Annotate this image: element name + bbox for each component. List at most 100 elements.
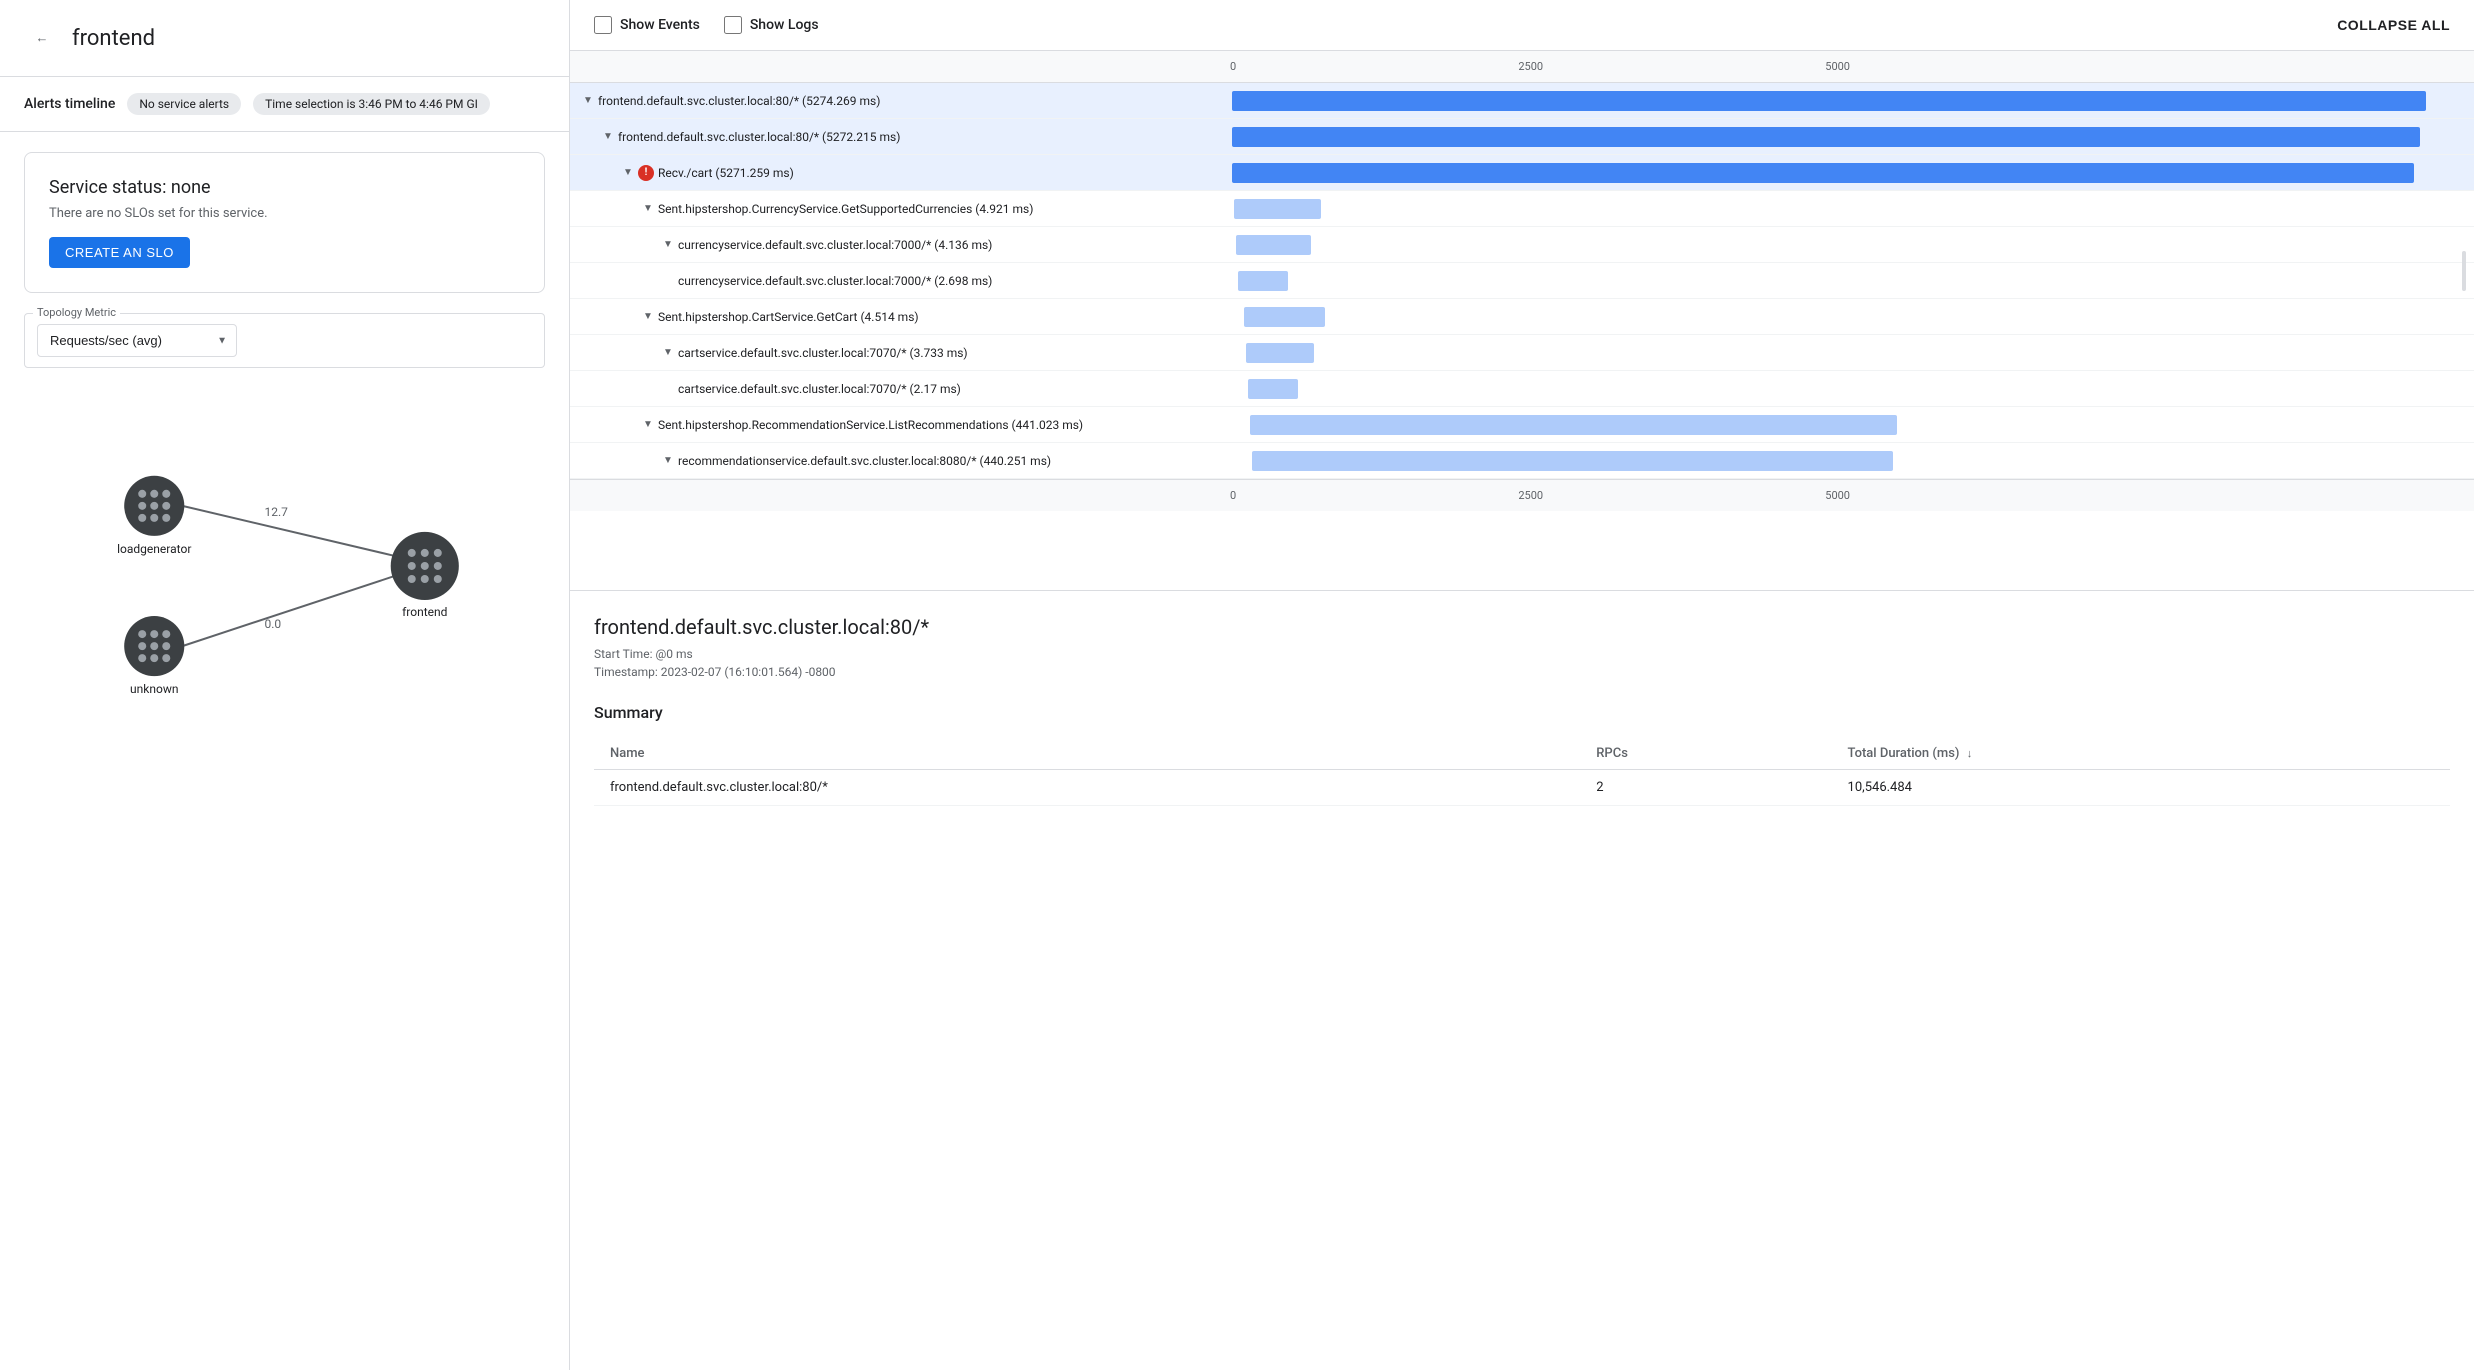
page-title: frontend (72, 26, 155, 51)
show-logs-checkbox[interactable] (724, 16, 742, 34)
table-row[interactable]: ▼ Sent.hipstershop.RecommendationService… (570, 407, 2474, 443)
trace-row-name: cartservice.default.svc.cluster.local:70… (678, 346, 968, 360)
table-row[interactable]: ▼ Sent.hipstershop.CurrencyService.GetSu… (570, 191, 2474, 227)
chevron-down-icon: ▼ (618, 163, 638, 183)
trace-bar (1250, 415, 1897, 435)
trace-row-name: Recv./cart (5271.259 ms) (658, 166, 794, 180)
trace-row-name: frontend.default.svc.cluster.local:80/* … (598, 94, 880, 108)
service-status-description: There are no SLOs set for this service. (49, 206, 520, 221)
top-bar: ← frontend (0, 0, 569, 77)
axis-label-5000-bottom: 5000 (1825, 489, 1850, 502)
edge-label-2: 0.0 (264, 617, 281, 631)
axis-label-2500-bottom: 2500 (1518, 489, 1543, 502)
timeline-axis-bottom: 0 2500 5000 (570, 479, 2474, 511)
summary-table: Name RPCs Total Duration (ms) ↓ frontend… (594, 738, 2450, 806)
trace-row-name: currencyservice.default.svc.cluster.loca… (678, 238, 992, 252)
chevron-down-icon: ▼ (658, 343, 678, 363)
chevron-down-icon: ▼ (638, 307, 658, 327)
node-unknown-circle (124, 616, 184, 676)
trace-bar (1244, 307, 1325, 327)
summary-row-name: frontend.default.svc.cluster.local:80/* (594, 770, 1580, 806)
summary-section: Summary Name RPCs Total Duration (ms) ↓ … (594, 703, 2450, 806)
axis-label-5000: 5000 (1825, 60, 1850, 73)
trace-bar-area (1230, 191, 2474, 226)
alerts-label: Alerts timeline (24, 96, 115, 112)
trace-row-indent: ▼ ! Recv./cart (5271.259 ms) (570, 163, 1230, 183)
table-row[interactable]: ▼ cartservice.default.svc.cluster.local:… (570, 335, 2474, 371)
table-row[interactable]: ▼ frontend.default.svc.cluster.local:80/… (570, 83, 2474, 119)
table-row[interactable]: ▼ frontend.default.svc.cluster.local:80/… (570, 119, 2474, 155)
summary-row-rpcs: 2 (1580, 770, 1831, 806)
chevron-down-icon: ▼ (598, 127, 618, 147)
trace-row-name: Sent.hipstershop.CurrencyService.GetSupp… (658, 202, 1033, 216)
trace-bar-area (1230, 371, 2474, 406)
detail-start-time: Start Time: @0 ms (594, 647, 2450, 661)
trace-bar (1238, 271, 1288, 291)
topology-metric-field: Topology Metric Requests/sec (avg) (24, 313, 545, 368)
trace-section[interactable]: 0 2500 5000 ▼ frontend.default.svc.clust… (570, 51, 2474, 591)
trace-row-name: cartservice.default.svc.cluster.local:70… (678, 382, 961, 396)
detail-title: frontend.default.svc.cluster.local:80/* (594, 615, 2450, 639)
trace-bar (1252, 451, 1893, 471)
summary-col-duration: Total Duration (ms) ↓ (1832, 738, 2450, 770)
trace-bar-area (1230, 83, 2474, 118)
trace-bar-area (1230, 299, 2474, 334)
scrollbar[interactable] (2462, 251, 2466, 291)
chevron-down-icon: ▼ (658, 451, 678, 471)
edge-label-1: 12.7 (264, 505, 288, 519)
table-row[interactable]: ▼ currencyservice.default.svc.cluster.lo… (570, 227, 2474, 263)
trace-row-indent: ▼ cartservice.default.svc.cluster.local:… (570, 343, 1230, 363)
chevron-down-icon: ▼ (638, 415, 658, 435)
trace-bar-area (1230, 155, 2474, 190)
collapse-all-button[interactable]: COLLAPSE ALL (2337, 17, 2450, 33)
topology-svg: 12.7 0.0 loadgenerator (24, 388, 545, 788)
show-events-checkbox[interactable] (594, 16, 612, 34)
table-row[interactable]: currencyservice.default.svc.cluster.loca… (570, 263, 2474, 299)
trace-bar (1236, 235, 1311, 255)
node-frontend-label: frontend (402, 605, 447, 619)
left-panel: ← frontend Alerts timeline No service al… (0, 0, 570, 1370)
table-row[interactable]: ▼ ! Recv./cart (5271.259 ms) (570, 155, 2474, 191)
node-frontend-circle (391, 532, 459, 600)
trace-row-indent: ▼ Sent.hipstershop.RecommendationService… (570, 415, 1230, 435)
node-loadgenerator-circle (124, 476, 184, 536)
trace-row-name: Sent.hipstershop.RecommendationService.L… (658, 418, 1083, 432)
node-unknown-label: unknown (130, 682, 179, 696)
trace-bar (1232, 163, 2414, 183)
show-events-text: Show Events (620, 17, 700, 33)
topology-metric-select-wrapper[interactable]: Requests/sec (avg) (37, 324, 237, 357)
topology-metric-label: Topology Metric (33, 306, 120, 319)
chevron-down-icon: ▼ (578, 91, 598, 111)
show-logs-label[interactable]: Show Logs (724, 16, 819, 34)
trace-bar (1232, 127, 2420, 147)
create-slo-button[interactable]: CREATE AN SLO (49, 237, 190, 268)
back-button[interactable]: ← (24, 20, 60, 56)
trace-row-indent: currencyservice.default.svc.cluster.loca… (570, 274, 1230, 288)
timeline-axis: 0 2500 5000 (570, 51, 2474, 83)
axis-labels-bottom: 0 2500 5000 (1230, 489, 1850, 502)
table-row[interactable]: ▼ Sent.hipstershop.CartService.GetCart (… (570, 299, 2474, 335)
detail-timestamp: Timestamp: 2023-02-07 (16:10:01.564) -08… (594, 665, 2450, 679)
service-status-title: Service status: none (49, 177, 520, 198)
topology-metric-inner: Topology Metric Requests/sec (avg) (24, 313, 545, 368)
trace-bar-area (1230, 335, 2474, 370)
trace-bar (1246, 343, 1314, 363)
table-row[interactable]: ▼ recommendationservice.default.svc.clus… (570, 443, 2474, 479)
show-events-label[interactable]: Show Events (594, 16, 700, 34)
topology-metric-select[interactable]: Requests/sec (avg) (37, 324, 237, 357)
node-loadgenerator-label: loadgenerator (117, 542, 191, 556)
trace-row-name: frontend.default.svc.cluster.local:80/* … (618, 130, 900, 144)
summary-title: Summary (594, 703, 2450, 722)
axis-label-0-bottom: 0 (1230, 489, 1236, 502)
trace-bar (1234, 199, 1321, 219)
trace-row-indent: ▼ frontend.default.svc.cluster.local:80/… (570, 127, 1230, 147)
chevron-down-icon: ▼ (658, 235, 678, 255)
trace-row-name: currencyservice.default.svc.cluster.loca… (678, 274, 992, 288)
error-icon: ! (638, 165, 654, 181)
trace-row-name: Sent.hipstershop.CartService.GetCart (4.… (658, 310, 919, 324)
alerts-section: Alerts timeline No service alerts Time s… (0, 77, 569, 132)
summary-table-header-row: Name RPCs Total Duration (ms) ↓ (594, 738, 2450, 770)
table-row[interactable]: cartservice.default.svc.cluster.local:70… (570, 371, 2474, 407)
topology-section: Topology Metric Requests/sec (avg) 12.7 … (24, 313, 545, 788)
summary-col-name: Name (594, 738, 1580, 770)
